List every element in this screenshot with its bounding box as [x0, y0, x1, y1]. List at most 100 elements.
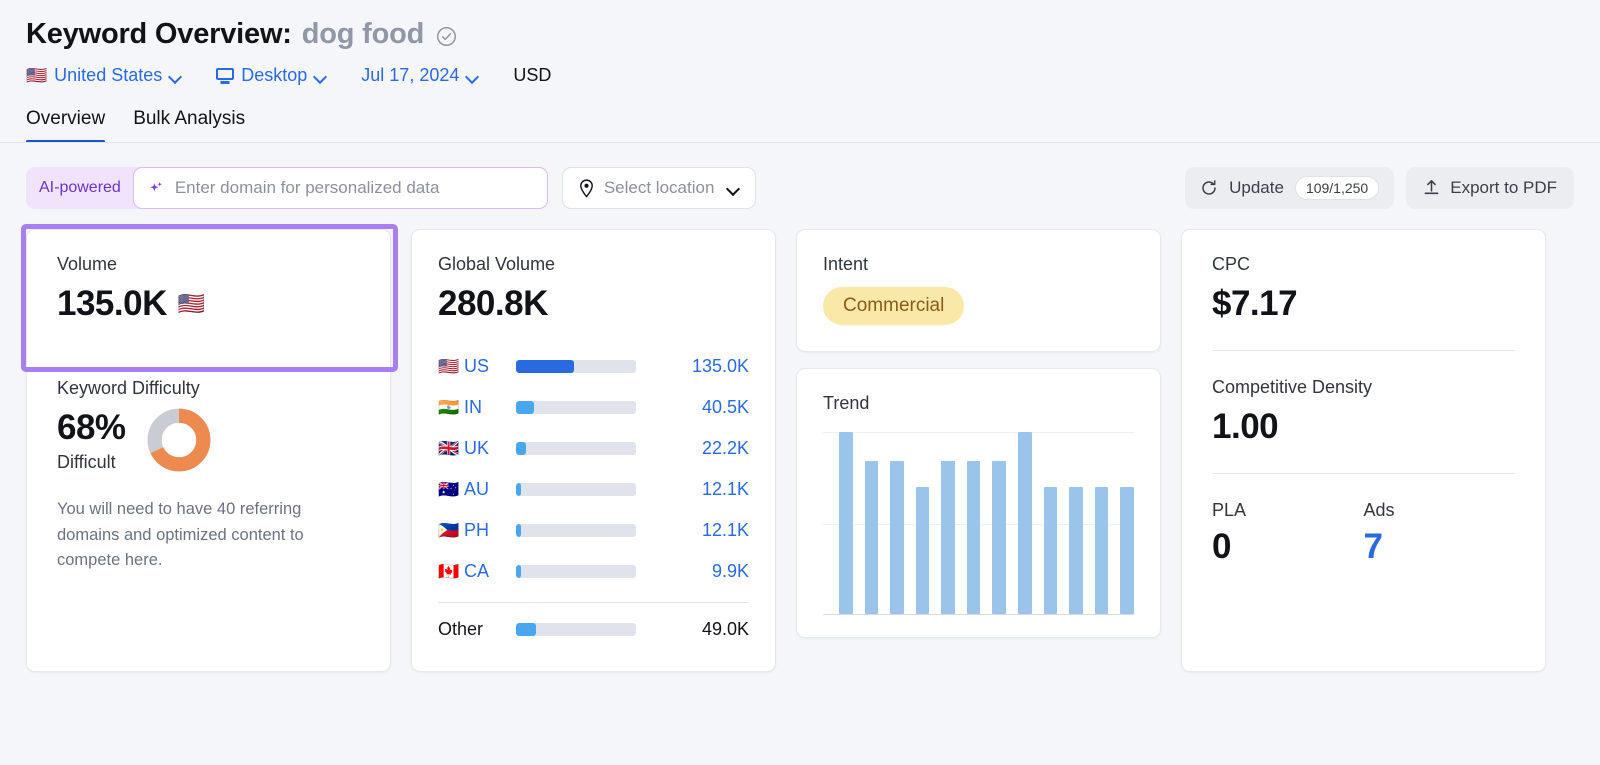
pla-ads-row: PLA 0 Ads 7: [1212, 500, 1515, 567]
volume-bar-fill: [516, 442, 526, 455]
country-code: IN: [464, 397, 482, 417]
update-quota-badge: 109/1,250: [1294, 176, 1380, 200]
pla-value: 0: [1212, 527, 1231, 566]
list-divider: [438, 602, 749, 603]
toolbar: AI-powered Enter domain for personalized…: [0, 143, 1600, 209]
density-divider: [1212, 473, 1515, 474]
keyword-difficulty-donut-chart: [147, 408, 210, 472]
cpc-divider: [1212, 350, 1515, 351]
trend-bar: [864, 461, 879, 614]
tabs-divider: [0, 142, 1600, 143]
tabs-bar: Overview Bulk Analysis: [0, 108, 1600, 143]
global-volume-row[interactable]: 🇵🇭 PH 12.1K: [438, 510, 749, 551]
cpc-card: CPC $7.17 Competitive Density 1.00 PLA 0…: [1181, 229, 1546, 672]
volume-bar: [516, 360, 636, 373]
country-flag-icon: 🇵🇭: [438, 520, 460, 540]
country-selector[interactable]: 🇺🇸 United States: [26, 65, 182, 86]
country-volume-value: 40.5K: [701, 397, 749, 417]
volume-bar: [516, 565, 636, 578]
refresh-icon: [1202, 180, 1216, 195]
trend-bar: [1120, 486, 1134, 614]
country-flag-icon: 🇬🇧: [438, 438, 460, 458]
trend-bar: [941, 461, 955, 614]
global-volume-card: Global Volume 280.8K 🇺🇸 US 135.0K 🇮🇳 IN 40.5K…: [411, 229, 776, 672]
country-code: Other: [438, 619, 484, 639]
page-title-keyword: dog food: [301, 18, 425, 50]
device-label: Desktop: [241, 65, 308, 85]
country-volume-value: 49.0K: [701, 619, 749, 639]
device-selector[interactable]: Desktop: [216, 65, 327, 86]
trend-bar: [992, 461, 1007, 614]
keyword-difficulty-percent: 68%: [57, 407, 126, 447]
chevron-down-icon: [169, 72, 182, 80]
domain-input[interactable]: Enter domain for personalized data: [132, 167, 548, 209]
country-volume-value: 135.0K: [691, 356, 749, 376]
keyword-overview-page: Keyword Overview: dog food 🇺🇸 United Sta…: [0, 0, 1600, 765]
page-title: Keyword Overview: dog food: [26, 18, 1600, 51]
volume-bar-fill: [516, 623, 537, 636]
trend-bar: [839, 432, 853, 614]
volume-bar: [516, 524, 636, 537]
volume-bar-fill: [516, 524, 521, 537]
volume-value: 135.0K: [57, 284, 167, 323]
column-global-volume: Global Volume 280.8K 🇺🇸 US 135.0K 🇮🇳 IN 40.5K…: [411, 229, 776, 672]
domain-input-placeholder: Enter domain for personalized data: [174, 178, 440, 197]
country-volume-value: 9.9K: [711, 561, 749, 581]
global-volume-row[interactable]: 🇬🇧 UK 22.2K: [438, 428, 749, 469]
page-title-prefix: Keyword Overview:: [26, 18, 292, 50]
volume-difficulty-card: Volume 135.0K 🇺🇸 Keyword Difficulty 68% …: [21, 224, 398, 672]
date-selector[interactable]: Jul 17, 2024: [361, 65, 479, 86]
cpc-label: CPC: [1212, 254, 1251, 274]
tab-overview[interactable]: Overview: [26, 108, 106, 143]
pla-block: PLA 0: [1212, 500, 1364, 567]
page-header: Keyword Overview: dog food 🇺🇸 United Sta…: [0, 0, 1600, 86]
ads-value[interactable]: 7: [1364, 527, 1516, 567]
update-label: Update: [1229, 178, 1284, 197]
ads-block: Ads 7: [1364, 500, 1516, 567]
competitive-density-value: 1.00: [1212, 407, 1279, 446]
update-button[interactable]: Update 109/1,250: [1185, 167, 1395, 209]
chevron-down-icon: [314, 72, 327, 80]
country-code: US: [464, 356, 490, 376]
cpc-value: $7.17: [1212, 284, 1298, 323]
location-selector[interactable]: Select location: [561, 167, 757, 209]
ads-label: Ads: [1363, 500, 1395, 520]
currency-label: USD: [513, 65, 552, 85]
export-pdf-label: Export to PDF: [1450, 178, 1557, 197]
location-pin-icon: [579, 178, 593, 198]
chart-baseline: [823, 614, 1134, 615]
intent-badge[interactable]: Commercial: [823, 287, 965, 325]
toolbar-actions: Update 109/1,250 Export to PDF: [1185, 167, 1574, 209]
tab-bulk-analysis[interactable]: Bulk Analysis: [133, 108, 245, 143]
volume-bar: [516, 483, 636, 496]
global-volume-row[interactable]: 🇦🇺 AU 12.1K: [438, 469, 749, 510]
ai-powered-label: AI-powered: [39, 179, 121, 196]
volume-bar: [516, 623, 636, 636]
trend-bar: [915, 486, 930, 614]
country-flag-icon: 🇦🇺: [438, 479, 460, 499]
country-flag-icon: 🇺🇸: [26, 66, 48, 85]
trend-bar: [966, 461, 981, 614]
country-code: AU: [464, 479, 490, 499]
global-volume-row[interactable]: 🇺🇸 US 135.0K: [438, 346, 749, 387]
pla-label: PLA: [1212, 500, 1247, 520]
global-volume-row[interactable]: 🇨🇦 CA 9.9K: [438, 551, 749, 592]
chevron-down-icon: [466, 72, 479, 80]
global-volume-row[interactable]: 🇮🇳 IN 40.5K: [438, 387, 749, 428]
intent-card: Intent Commercial: [796, 229, 1161, 352]
global-volume-country-list: 🇺🇸 US 135.0K 🇮🇳 IN 40.5K 🇬🇧 UK 22.2K 🇦🇺 AU 12.1K 🇵🇭 P…: [438, 346, 749, 650]
ai-powered-group: AI-powered Enter domain for personalized…: [26, 167, 548, 209]
volume-bar-fill: [516, 483, 521, 496]
global-volume-total: 280.8K: [438, 284, 548, 323]
country-flag-icon: 🇨🇦: [438, 561, 460, 581]
column-volume-difficulty: Volume 135.0K 🇺🇸 Keyword Difficulty 68% …: [21, 224, 398, 672]
keyword-difficulty-label: Keyword Difficulty: [57, 378, 200, 398]
column-intent-trend: Intent Commercial Trend: [796, 229, 1161, 638]
keyword-difficulty-section: Keyword Difficulty 68% Difficult You wil…: [27, 352, 390, 574]
trend-bar: [1069, 486, 1083, 614]
volume-bar: [516, 442, 636, 455]
export-pdf-button[interactable]: Export to PDF: [1406, 167, 1574, 209]
intent-label: Intent: [823, 254, 869, 274]
country-code: UK: [464, 438, 490, 458]
volume-bar: [516, 401, 636, 414]
